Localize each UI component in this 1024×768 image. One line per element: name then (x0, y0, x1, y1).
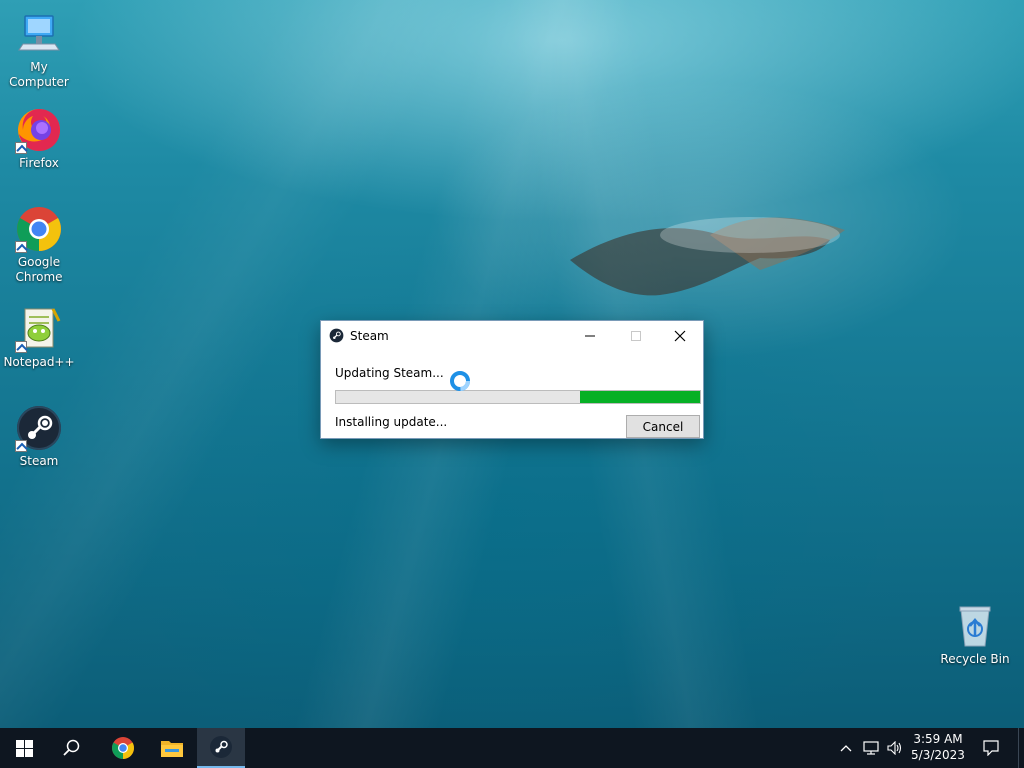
desktop-icon-steam[interactable]: Steam (0, 404, 78, 469)
taskbar-steam[interactable] (197, 728, 245, 768)
volume-button[interactable] (884, 728, 906, 768)
maximize-icon (631, 330, 641, 341)
minimize-icon (585, 335, 595, 336)
volume-icon (887, 741, 902, 755)
desktop-icon-label: My Computer (9, 60, 69, 89)
dialog-titlebar[interactable]: Steam (321, 321, 703, 350)
update-progress-bar (335, 390, 701, 404)
shortcut-arrow-icon (15, 440, 27, 452)
shortcut-arrow-icon (15, 341, 27, 353)
taskbar-chrome[interactable] (99, 728, 147, 768)
wallpaper-swimmer (570, 217, 845, 296)
desktop-icon-label: Google Chrome (15, 255, 63, 284)
show-hidden-icons-button[interactable] (836, 728, 856, 768)
desktop-icon-firefox[interactable]: Firefox (0, 106, 78, 171)
computer-icon (15, 10, 63, 58)
desktop-icon-notepadpp[interactable]: Notepad++ (0, 305, 78, 370)
desktop-icon-label: Firefox (19, 156, 59, 170)
taskbar-clock[interactable]: 3:59 AM 5/3/2023 (906, 731, 970, 763)
taskbar: 3:59 AM 5/3/2023 (0, 728, 1024, 768)
steam-icon (329, 328, 344, 343)
desktop-icon-label: Steam (19, 454, 59, 468)
network-icon (863, 741, 879, 755)
desktop-icon-google-chrome[interactable]: Google Chrome (0, 205, 78, 285)
close-button[interactable] (657, 321, 703, 350)
chevron-up-icon (840, 745, 852, 752)
update-status-text: Updating Steam... (335, 366, 444, 380)
file-explorer-icon (161, 741, 183, 757)
start-icon (15, 739, 33, 757)
network-button[interactable] (860, 728, 882, 768)
search-icon (63, 739, 80, 756)
taskbar-file-explorer[interactable] (148, 728, 196, 768)
desktop-icon-label: Notepad++ (3, 355, 75, 369)
firefox-icon (15, 106, 63, 154)
clock-time: 3:59 AM (913, 732, 963, 746)
recycle-bin-icon (951, 602, 999, 650)
search-button[interactable] (48, 728, 96, 768)
start-button[interactable] (0, 728, 48, 768)
shortcut-arrow-icon (15, 142, 27, 154)
busy-cursor-icon (450, 371, 470, 391)
update-detail-text: Installing update... (335, 415, 448, 429)
cancel-button[interactable]: Cancel (626, 415, 700, 438)
close-icon (674, 330, 686, 341)
steam-icon (210, 736, 232, 758)
desktop-icon-recycle-bin[interactable]: Recycle Bin (936, 602, 1014, 667)
steam-update-dialog: Steam Updating Steam... Installing updat… (320, 320, 704, 439)
minimize-button[interactable] (567, 321, 613, 350)
steam-icon (15, 404, 63, 452)
notification-icon (983, 740, 999, 756)
chrome-icon (15, 205, 63, 253)
clock-date: 5/3/2023 (911, 748, 965, 762)
chrome-icon (112, 737, 134, 759)
desktop-icon-label: Recycle Bin (940, 652, 1010, 666)
maximize-button (613, 321, 659, 350)
dialog-title: Steam (350, 329, 389, 343)
progress-fill (579, 391, 700, 403)
action-center-button[interactable] (978, 728, 1004, 768)
shortcut-arrow-icon (15, 241, 27, 253)
notepadpp-icon (15, 305, 63, 353)
show-desktop-divider[interactable] (1018, 728, 1019, 768)
desktop-icon-my-computer[interactable]: My Computer (0, 10, 78, 90)
